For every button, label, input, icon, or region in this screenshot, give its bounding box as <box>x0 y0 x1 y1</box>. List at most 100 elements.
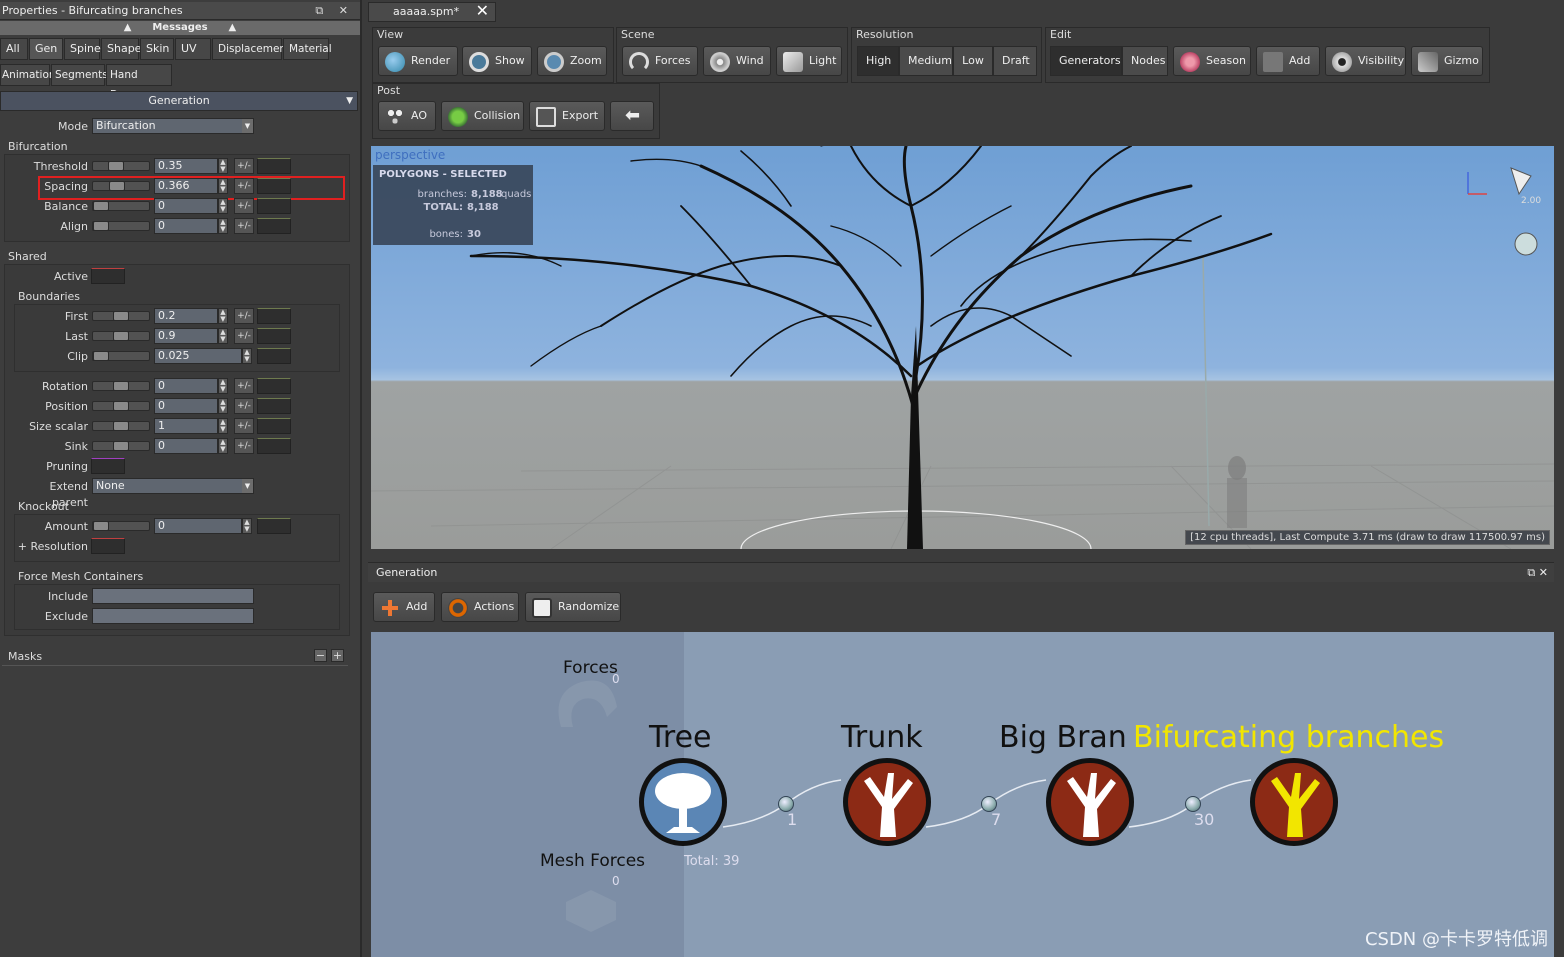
value-slider[interactable] <box>92 331 150 341</box>
randomize-button[interactable]: Randomize <box>525 592 621 622</box>
value-slider[interactable] <box>92 421 150 431</box>
curve-editor[interactable] <box>257 398 291 414</box>
forces-button[interactable]: Forces <box>622 46 698 76</box>
back-button[interactable]: ⬅ <box>610 101 654 131</box>
random-range-button[interactable]: +/- <box>234 418 254 434</box>
slider-knob[interactable] <box>93 351 109 361</box>
panel-window-controls[interactable]: ⧉ ✕ <box>1527 563 1548 583</box>
random-range-button[interactable]: +/- <box>234 328 254 344</box>
node-bifurcating-branches[interactable] <box>1250 758 1338 846</box>
spinner-icon[interactable]: ▲ ▼ <box>242 518 252 534</box>
curve-editor[interactable] <box>257 378 291 394</box>
value-input[interactable]: 0.025 <box>154 348 242 364</box>
curve-editor[interactable] <box>257 308 291 324</box>
edit-nodes[interactable]: Nodes <box>1122 46 1168 76</box>
value-input[interactable]: 0.9 <box>154 328 218 344</box>
value-slider[interactable] <box>92 161 150 171</box>
curve-editor[interactable] <box>257 328 291 344</box>
spinner-icon[interactable]: ▲ ▼ <box>218 418 228 434</box>
spinner-icon[interactable]: ▲ ▼ <box>218 158 228 174</box>
curve-editor[interactable] <box>257 348 291 364</box>
value-slider[interactable] <box>92 181 150 191</box>
random-range-button[interactable]: +/- <box>234 308 254 324</box>
value-input[interactable]: 0.366 <box>154 178 218 194</box>
zoom-button[interactable]: Zoom <box>537 46 607 76</box>
close-icon[interactable]: ✕ <box>476 2 489 20</box>
curve-editor[interactable] <box>257 438 291 454</box>
slider-knob[interactable] <box>113 381 129 391</box>
resolution-draft[interactable]: Draft <box>993 46 1037 76</box>
tab-skin[interactable]: Skin <box>140 38 174 60</box>
tab-shape[interactable]: Shape <box>101 38 141 60</box>
curve-editor[interactable] <box>257 218 291 234</box>
value-slider[interactable] <box>92 311 150 321</box>
spinner-icon[interactable]: ▲ ▼ <box>218 198 228 214</box>
value-slider[interactable] <box>92 401 150 411</box>
curve-editor[interactable] <box>257 198 291 214</box>
show-button[interactable]: Show <box>462 46 532 76</box>
random-range-button[interactable]: +/- <box>234 178 254 194</box>
slider-knob[interactable] <box>93 221 109 231</box>
resolution-high[interactable]: High <box>857 46 899 76</box>
minus-icon[interactable]: − <box>314 649 327 662</box>
document-tab[interactable]: aaaaa.spm* ✕ <box>368 2 496 22</box>
curve-editor[interactable] <box>257 158 291 174</box>
tab-uv[interactable]: UV <box>175 38 211 60</box>
value-input[interactable]: 0.2 <box>154 308 218 324</box>
wind-button[interactable]: Wind <box>703 46 771 76</box>
include-field[interactable] <box>92 588 254 604</box>
random-range-button[interactable]: +/- <box>234 398 254 414</box>
slider-knob[interactable] <box>109 181 125 191</box>
slider-knob[interactable] <box>113 331 129 341</box>
spinner-icon[interactable]: ▲ ▼ <box>218 398 228 414</box>
visibility-button[interactable]: Visibility <box>1325 46 1406 76</box>
spinner-icon[interactable]: ▲ ▼ <box>218 438 228 454</box>
gizmo-button[interactable]: Gizmo <box>1411 46 1483 76</box>
value-slider[interactable] <box>92 381 150 391</box>
slider-knob[interactable] <box>108 161 124 171</box>
value-input[interactable]: 0.35 <box>154 158 218 174</box>
spinner-icon[interactable]: ▲ ▼ <box>218 218 228 234</box>
value-slider[interactable] <box>92 351 150 361</box>
light-button[interactable]: Light <box>776 46 842 76</box>
spinner-icon[interactable]: ▲ ▼ <box>242 348 252 364</box>
ao-button[interactable]: AO <box>378 101 436 131</box>
amount-slider[interactable] <box>92 521 150 531</box>
tab-spine[interactable]: Spine <box>64 38 101 60</box>
tab-animation[interactable]: Animation <box>0 64 56 86</box>
random-range-button[interactable]: +/- <box>234 158 254 174</box>
node-trunk[interactable] <box>843 758 931 846</box>
add-button[interactable]: Add <box>1256 46 1320 76</box>
value-input[interactable]: 0 <box>154 398 218 414</box>
slider-knob[interactable] <box>113 401 129 411</box>
gen-add-button[interactable]: Add <box>373 592 435 622</box>
tab-all[interactable]: All <box>0 38 28 60</box>
amount-curve[interactable] <box>257 518 291 534</box>
slider-knob[interactable] <box>113 421 129 431</box>
slider-knob[interactable] <box>113 311 129 321</box>
3d-viewport[interactable]: perspective POLYGONS - SELECTED branches… <box>371 146 1554 549</box>
node-big-branches[interactable] <box>1046 758 1134 846</box>
resolution-low[interactable]: Low <box>953 46 993 76</box>
season-button[interactable]: Season <box>1173 46 1251 76</box>
messages-bar[interactable]: ▲ Messages ▲ <box>0 21 360 35</box>
value-slider[interactable] <box>92 441 150 451</box>
value-input[interactable]: 0 <box>154 198 218 214</box>
active-curve[interactable] <box>91 268 125 284</box>
slider-knob[interactable] <box>113 441 129 451</box>
mode-select[interactable]: Bifurcation ▼ <box>92 118 254 134</box>
tab-gen[interactable]: Gen <box>29 38 63 60</box>
extend-parent-select[interactable]: None ▼ <box>92 478 254 494</box>
pruning-curve[interactable] <box>91 458 125 474</box>
generation-graph[interactable]: Forces 0 Mesh Forces 0 Tree Total: 39 1 … <box>371 632 1554 957</box>
exclude-field[interactable] <box>92 608 254 624</box>
spinner-icon[interactable]: ▲ ▼ <box>218 378 228 394</box>
collision-button[interactable]: Collision <box>441 101 524 131</box>
slider-knob[interactable] <box>93 201 109 211</box>
value-slider[interactable] <box>92 221 150 231</box>
random-range-button[interactable]: +/- <box>234 218 254 234</box>
tab-hand-drawn[interactable]: Hand Drawn <box>106 64 172 101</box>
random-range-button[interactable]: +/- <box>234 438 254 454</box>
value-slider[interactable] <box>92 201 150 211</box>
curve-editor[interactable] <box>257 178 291 194</box>
